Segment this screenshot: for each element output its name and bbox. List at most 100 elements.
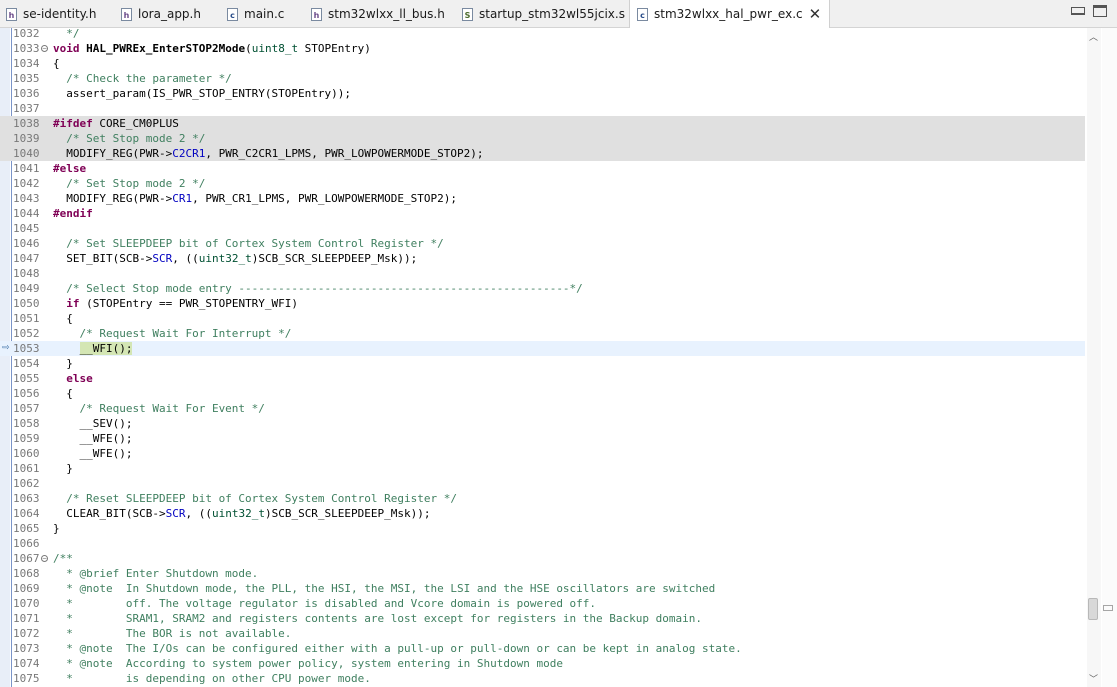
code-text[interactable]: SET_BIT(SCB->SCR, ((uint32_t)SCB_SCR_SLE… xyxy=(53,251,417,266)
code-text[interactable]: } xyxy=(53,356,73,371)
code-line[interactable]: 1057 /* Request Wait For Event */ xyxy=(0,401,1085,416)
code-line[interactable]: 1039 /* Set Stop mode 2 */ xyxy=(0,131,1085,146)
scroll-down-icon[interactable]: ﹀ xyxy=(1089,672,1098,685)
code-line[interactable]: 1033− void HAL_PWREx_EnterSTOP2Mode(uint8… xyxy=(0,41,1085,56)
code-text[interactable]: } xyxy=(53,521,60,536)
code-line[interactable]: 1066 xyxy=(0,536,1085,551)
code-line[interactable]: 1060 __WFE(); xyxy=(0,446,1085,461)
code-line[interactable]: 1069 * @note In Shutdown mode, the PLL, … xyxy=(0,581,1085,596)
code-text[interactable]: /* Select Stop mode entry --------------… xyxy=(53,281,583,296)
fold-toggle-icon[interactable]: − xyxy=(41,555,48,562)
code-line[interactable]: 1050 if (STOPEntry == PWR_STOPENTRY_WFI) xyxy=(0,296,1085,311)
code-line[interactable]: 1051 { xyxy=(0,311,1085,326)
maximize-icon[interactable] xyxy=(1093,5,1107,17)
code-text[interactable]: { xyxy=(53,311,73,326)
wfi-call[interactable]: __WFI(); xyxy=(79,342,133,355)
code-line[interactable]: 1065} xyxy=(0,521,1085,536)
code-line[interactable]: 1041 #else xyxy=(0,161,1085,176)
code-text[interactable]: __WFE(); xyxy=(53,431,132,446)
code-line[interactable]: 1038 #ifdef CORE_CM0PLUS xyxy=(0,116,1085,131)
code-text[interactable]: { xyxy=(53,386,73,401)
code-line[interactable]: 1072 * The BOR is not available. xyxy=(0,626,1085,641)
code-line[interactable]: 1035 /* Check the parameter */ xyxy=(0,71,1085,86)
code-line[interactable]: 1053 ⇨ __WFI(); xyxy=(0,341,1085,356)
fold-toggle-icon[interactable]: − xyxy=(41,45,48,52)
code-line[interactable]: 1046 /* Set SLEEPDEEP bit of Cortex Syst… xyxy=(0,236,1085,251)
code-editor[interactable]: 1032 */1033− void HAL_PWREx_EnterSTOP2Mod… xyxy=(0,26,1117,687)
tab-main-c[interactable]: c main.c xyxy=(227,0,284,28)
code-text[interactable]: /* Set Stop mode 2 */ xyxy=(53,131,205,146)
tab-lora-app-h[interactable]: h lora_app.h xyxy=(121,0,201,28)
code-text[interactable]: * @brief Enter Shutdown mode. xyxy=(53,566,258,581)
code-text[interactable]: * @note According to system power policy… xyxy=(53,656,563,671)
code-line[interactable]: 1037 xyxy=(0,101,1085,116)
code-text[interactable]: /** xyxy=(53,551,73,566)
code-line[interactable]: 1058 __SEV(); xyxy=(0,416,1085,431)
scrollbar-thumb[interactable] xyxy=(1088,598,1098,620)
code-line[interactable]: 1048 xyxy=(0,266,1085,281)
code-line[interactable]: 1071 * SRAM1, SRAM2 and registers conten… xyxy=(0,611,1085,626)
code-text[interactable]: * is depending on other CPU power mode. xyxy=(53,671,371,686)
code-line[interactable]: 1059 __WFE(); xyxy=(0,431,1085,446)
scroll-up-icon[interactable]: ︿ xyxy=(1089,30,1098,43)
code-line[interactable]: 1068 * @brief Enter Shutdown mode. xyxy=(0,566,1085,581)
code-line[interactable]: 1070 * off. The voltage regulator is dis… xyxy=(0,596,1085,611)
code-line[interactable]: 1045 xyxy=(0,221,1085,236)
code-text[interactable]: __WFE(); xyxy=(53,446,132,461)
code-line[interactable]: 1034 { xyxy=(0,56,1085,71)
overview-ruler[interactable] xyxy=(1102,28,1117,687)
code-line[interactable]: 1063 /* Reset SLEEPDEEP bit of Cortex Sy… xyxy=(0,491,1085,506)
code-text[interactable]: /* Reset SLEEPDEEP bit of Cortex System … xyxy=(53,491,457,506)
code-line[interactable]: 1052 /* Request Wait For Interrupt */ xyxy=(0,326,1085,341)
code-line[interactable]: 1054 } xyxy=(0,356,1085,371)
minimize-icon[interactable] xyxy=(1071,7,1085,15)
code-text[interactable]: else xyxy=(53,371,93,386)
code-text[interactable]: assert_param(IS_PWR_STOP_ENTRY(STOPEntry… xyxy=(53,86,351,101)
code-line[interactable]: 1043 MODIFY_REG(PWR->CR1, PWR_CR1_LPMS, … xyxy=(0,191,1085,206)
tab-stm32wlxx-ll-bus-h[interactable]: h stm32wlxx_ll_bus.h xyxy=(311,0,445,28)
code-line[interactable]: 1074 * @note According to system power p… xyxy=(0,656,1085,671)
code-text[interactable]: #ifdef CORE_CM0PLUS xyxy=(53,116,179,131)
code-line[interactable]: 1055 else xyxy=(0,371,1085,386)
code-text[interactable]: */ xyxy=(53,26,79,41)
code-line[interactable]: 1036 assert_param(IS_PWR_STOP_ENTRY(STOP… xyxy=(0,86,1085,101)
code-text[interactable]: /* Set Stop mode 2 */ xyxy=(53,176,205,191)
code-text[interactable]: void HAL_PWREx_EnterSTOP2Mode(uint8_t ST… xyxy=(53,41,371,56)
code-text[interactable]: } xyxy=(53,461,73,476)
code-line[interactable]: 1032 */ xyxy=(0,26,1085,41)
code-line[interactable]: 1044 #endif xyxy=(0,206,1085,221)
code-text[interactable]: MODIFY_REG(PWR->C2CR1, PWR_C2CR1_LPMS, P… xyxy=(53,146,483,161)
vertical-scrollbar[interactable]: ︿ ﹀ xyxy=(1087,28,1101,687)
code-text[interactable]: * The BOR is not available. xyxy=(53,626,291,641)
tab-startup-stm32wl55jcix-s[interactable]: S startup_stm32wl55jcix.s xyxy=(462,0,625,28)
code-text[interactable]: * @note The I/Os can be configured eithe… xyxy=(53,641,742,656)
code-text[interactable]: MODIFY_REG(PWR->CR1, PWR_CR1_LPMS, PWR_L… xyxy=(53,191,457,206)
code-text[interactable]: /* Request Wait For Event */ xyxy=(53,401,264,416)
code-line[interactable]: 1047 SET_BIT(SCB->SCR, ((uint32_t)SCB_SC… xyxy=(0,251,1085,266)
code-line[interactable]: 1073 * @note The I/Os can be configured … xyxy=(0,641,1085,656)
code-text[interactable]: * @note In Shutdown mode, the PLL, the H… xyxy=(53,581,715,596)
code-text[interactable]: { xyxy=(53,56,60,71)
code-text[interactable]: /* Request Wait For Interrupt */ xyxy=(53,326,291,341)
code-line[interactable]: 1075 * is depending on other CPU power m… xyxy=(0,671,1085,686)
close-tab-icon[interactable]: ✕ xyxy=(809,7,822,22)
code-text[interactable]: * off. The voltage regulator is disabled… xyxy=(53,596,596,611)
code-text[interactable]: * SRAM1, SRAM2 and registers contents ar… xyxy=(53,611,702,626)
code-line[interactable]: 1062 xyxy=(0,476,1085,491)
code-line[interactable]: 1067−/** xyxy=(0,551,1085,566)
code-text[interactable]: __SEV(); xyxy=(53,416,132,431)
code-text[interactable]: __WFI(); xyxy=(53,341,133,356)
code-line[interactable]: 1049 /* Select Stop mode entry ---------… xyxy=(0,281,1085,296)
overview-marker[interactable] xyxy=(1103,605,1113,611)
code-line[interactable]: 1040 MODIFY_REG(PWR->C2CR1, PWR_C2CR1_LP… xyxy=(0,146,1085,161)
code-text[interactable]: #endif xyxy=(53,206,93,221)
code-line[interactable]: 1056 { xyxy=(0,386,1085,401)
code-line[interactable]: 1064 CLEAR_BIT(SCB->SCR, ((uint32_t)SCB_… xyxy=(0,506,1085,521)
code-text[interactable]: #else xyxy=(53,161,86,176)
code-text[interactable]: /* Check the parameter */ xyxy=(53,71,232,86)
code-line[interactable]: 1042 /* Set Stop mode 2 */ xyxy=(0,176,1085,191)
tab-se-identity-h[interactable]: h se-identity.h xyxy=(6,0,96,28)
code-line[interactable]: 1061 } xyxy=(0,461,1085,476)
code-text[interactable]: /* Set SLEEPDEEP bit of Cortex System Co… xyxy=(53,236,444,251)
code-text[interactable]: CLEAR_BIT(SCB->SCR, ((uint32_t)SCB_SCR_S… xyxy=(53,506,430,521)
